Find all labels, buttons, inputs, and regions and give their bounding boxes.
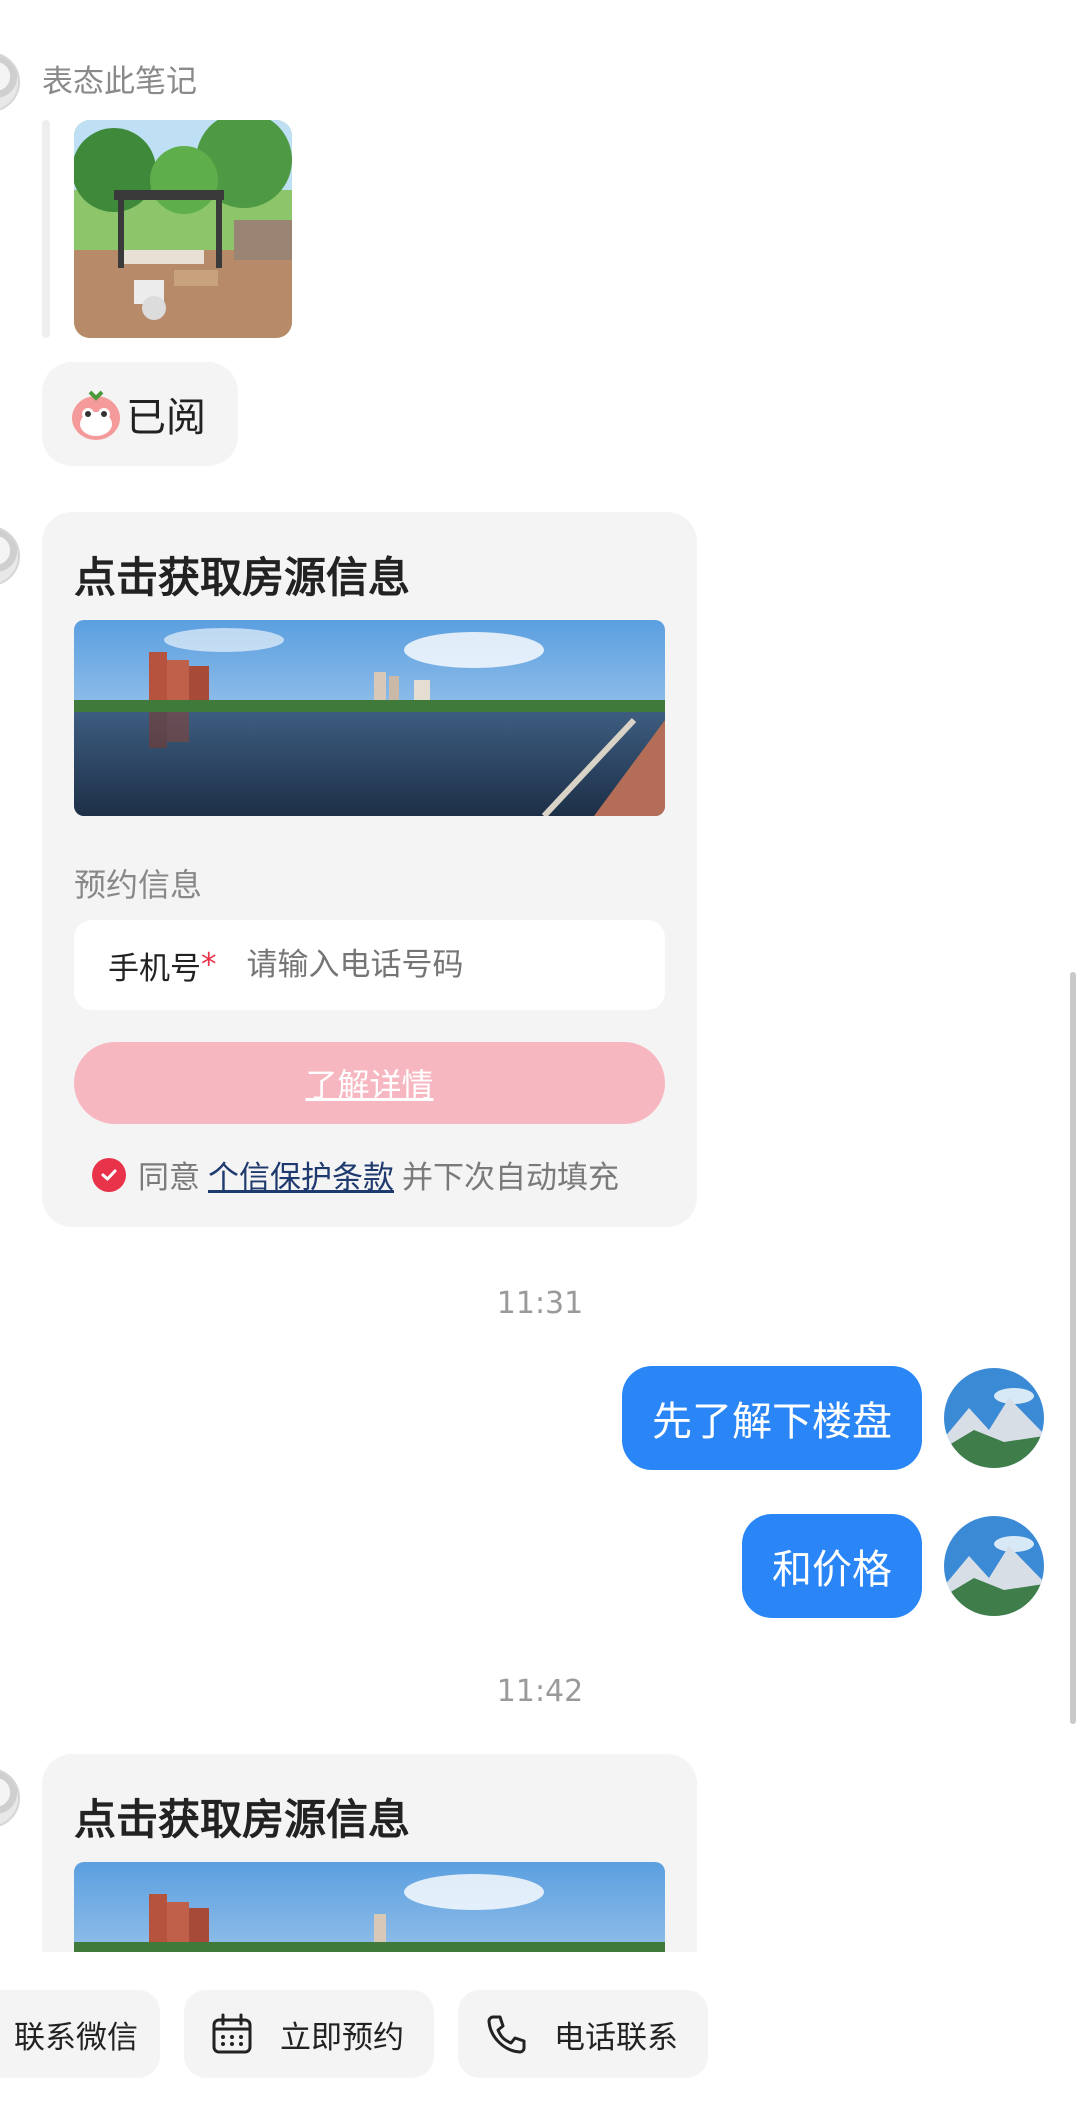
agree-suffix: 并下次自动填充 bbox=[402, 1160, 619, 1196]
book-now-label: 立即预约 bbox=[280, 2019, 404, 2056]
phone-contact-button[interactable]: 电话联系 bbox=[458, 1990, 708, 2078]
user-avatar[interactable] bbox=[944, 1368, 1044, 1468]
read-reply-text: 已阅 bbox=[126, 395, 206, 441]
learn-details-button[interactable]: 了解详情 bbox=[74, 1042, 665, 1124]
contact-wechat-button[interactable]: 联系微信 bbox=[0, 1990, 160, 2078]
bottom-action-bar: 联系微信 立即预约 电话联系 bbox=[0, 1952, 1080, 2110]
user-avatar[interactable] bbox=[944, 1516, 1044, 1616]
pink-blob-emoji-icon bbox=[68, 386, 124, 442]
book-now-button[interactable]: 立即预约 bbox=[184, 1990, 434, 2078]
property-banner-image[interactable] bbox=[74, 620, 665, 816]
note-reaction-label: 表态此笔记 bbox=[42, 64, 197, 100]
outgoing-message-row: 和价格 bbox=[742, 1514, 1044, 1618]
timestamp: 11:42 bbox=[496, 1674, 584, 1709]
phone-input[interactable] bbox=[246, 947, 607, 983]
booking-section-label: 预约信息 bbox=[74, 866, 203, 904]
phone-field[interactable]: 手机号 * bbox=[74, 920, 665, 1010]
quote-bar bbox=[42, 120, 50, 338]
privacy-terms-link[interactable]: 个信保护条款 bbox=[208, 1152, 394, 1197]
sender-avatar[interactable] bbox=[0, 526, 20, 586]
learn-details-label: 了解详情 bbox=[305, 1066, 434, 1104]
card-title: 点击获取房源信息 bbox=[74, 1795, 411, 1844]
outgoing-message-row: 先了解下楼盘 bbox=[622, 1366, 1044, 1470]
agreement-row: 同意 个信保护条款 并下次自动填充 bbox=[92, 1152, 619, 1197]
property-info-card: 点击获取房源信息 bbox=[42, 512, 697, 1227]
scrollbar[interactable] bbox=[1070, 972, 1076, 1724]
note-thumbnail[interactable] bbox=[74, 120, 292, 338]
sender-avatar[interactable] bbox=[0, 52, 20, 112]
phone-label: 手机号 bbox=[108, 950, 201, 987]
timestamp: 11:31 bbox=[496, 1286, 584, 1321]
outgoing-message-bubble[interactable]: 先了解下楼盘 bbox=[622, 1366, 922, 1470]
outgoing-message-bubble[interactable]: 和价格 bbox=[742, 1514, 922, 1618]
required-mark: * bbox=[201, 947, 217, 983]
sender-avatar[interactable] bbox=[0, 1768, 20, 1828]
card-title: 点击获取房源信息 bbox=[74, 553, 411, 602]
contact-wechat-label: 联系微信 bbox=[14, 2019, 138, 2056]
check-icon[interactable] bbox=[92, 1157, 126, 1192]
read-reply-bubble: 已阅 bbox=[42, 362, 238, 466]
phone-contact-label: 电话联系 bbox=[554, 2019, 678, 2056]
calendar-icon bbox=[210, 2012, 254, 2056]
chat-page: 表态此笔记 已阅 点击获取房源信息 预约信息 手机号 * 请输入电话号码 了解详… bbox=[0, 0, 1080, 2110]
phone-icon bbox=[484, 2012, 528, 2056]
agree-prefix: 同意 bbox=[138, 1160, 200, 1196]
